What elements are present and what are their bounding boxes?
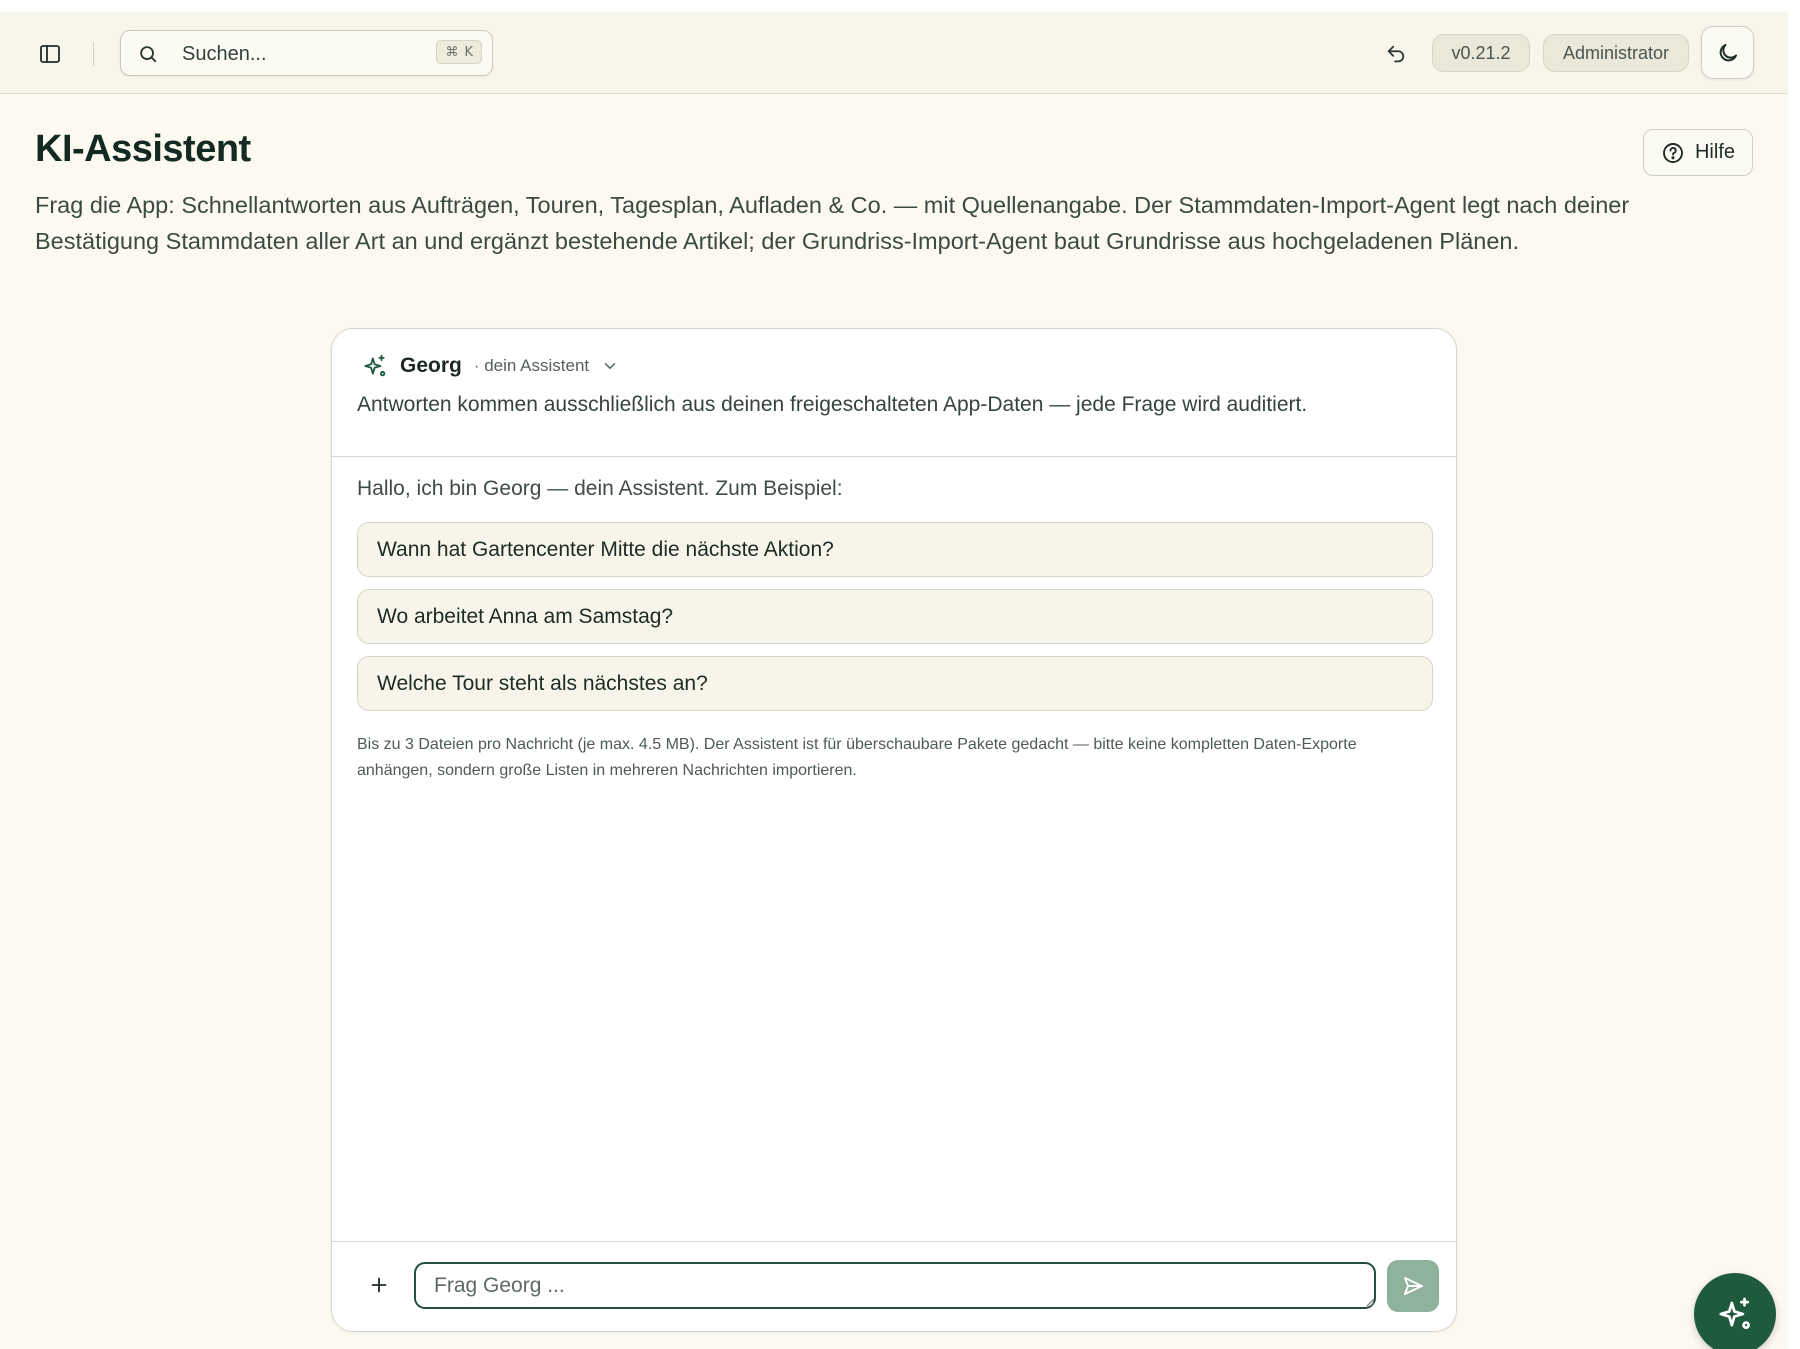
- send-icon: [1404, 1277, 1423, 1295]
- page-title: KI-Assistent: [35, 128, 251, 170]
- version-badge: v0.21.2: [1432, 34, 1530, 72]
- attachment-limits-note: Bis zu 3 Dateien pro Nachricht (je max. …: [357, 736, 1357, 779]
- assistant-name: Georg: [400, 354, 462, 377]
- suggestion-button[interactable]: Wann hat Gartencenter Mitte die nächste …: [357, 522, 1433, 577]
- page: Suchen... ⌘ K v0.21.2 Administrator KI-A…: [0, 0, 1800, 1349]
- search-shortcut-badge: ⌘ K: [436, 40, 482, 64]
- top-bar: Suchen... ⌘ K v0.21.2 Administrator: [0, 12, 1788, 94]
- assistant-greeting: Hallo, ich bin Georg — dein Assistent. Z…: [357, 477, 843, 500]
- help-circle-icon: [1663, 142, 1683, 163]
- message-input[interactable]: [414, 1262, 1376, 1309]
- resize-grip-icon[interactable]: [1365, 1297, 1375, 1307]
- undo-icon: [1387, 45, 1405, 63]
- moon-icon: [1719, 43, 1737, 61]
- command-key-icon: ⌘: [445, 44, 459, 60]
- help-button[interactable]: Hilfe: [1643, 129, 1753, 176]
- chat-header: Georg · dein Assistent Antworten kommen …: [332, 329, 1456, 457]
- window-top-strip: [0, 0, 1788, 12]
- message-composer: [332, 1241, 1456, 1331]
- plus-icon: [371, 1277, 387, 1293]
- help-label: Hilfe: [1694, 141, 1735, 163]
- scrollbar-gutter: [1788, 0, 1800, 1349]
- page-description: Frag die App: Schnellantworten aus Auftr…: [35, 192, 1630, 254]
- sidebar-toggle-button[interactable]: [34, 38, 66, 70]
- header-divider: [93, 42, 94, 66]
- sparkle-icon: [364, 354, 386, 377]
- suggestion-button[interactable]: Welche Tour steht als nächstes an?: [357, 656, 1433, 711]
- chevron-down-icon: [604, 363, 616, 369]
- role-badge: Administrator: [1543, 34, 1689, 72]
- sparkle-icon: [1719, 1297, 1750, 1329]
- search-box[interactable]: Suchen... ⌘ K: [120, 30, 493, 76]
- undo-button[interactable]: [1380, 38, 1412, 70]
- attach-file-button[interactable]: [362, 1268, 396, 1302]
- send-button[interactable]: [1387, 1260, 1439, 1312]
- assistant-selector[interactable]: Georg · dein Assistent: [362, 351, 619, 381]
- search-placeholder: Suchen...: [182, 43, 267, 65]
- assistant-chat-card: Georg · dein Assistent Antworten kommen …: [331, 328, 1457, 1332]
- assistant-fab-button[interactable]: [1694, 1273, 1776, 1349]
- shortcut-key: K: [464, 44, 473, 60]
- theme-toggle-button[interactable]: [1701, 26, 1754, 79]
- search-icon: [140, 46, 157, 63]
- suggestion-button[interactable]: Wo arbeitet Anna am Samstag?: [357, 589, 1433, 644]
- audit-note: Antworten kommen ausschließlich aus dein…: [357, 393, 1308, 416]
- sidebar-panel-icon: [40, 45, 60, 63]
- assistant-subtitle: · dein Assistent: [473, 356, 590, 375]
